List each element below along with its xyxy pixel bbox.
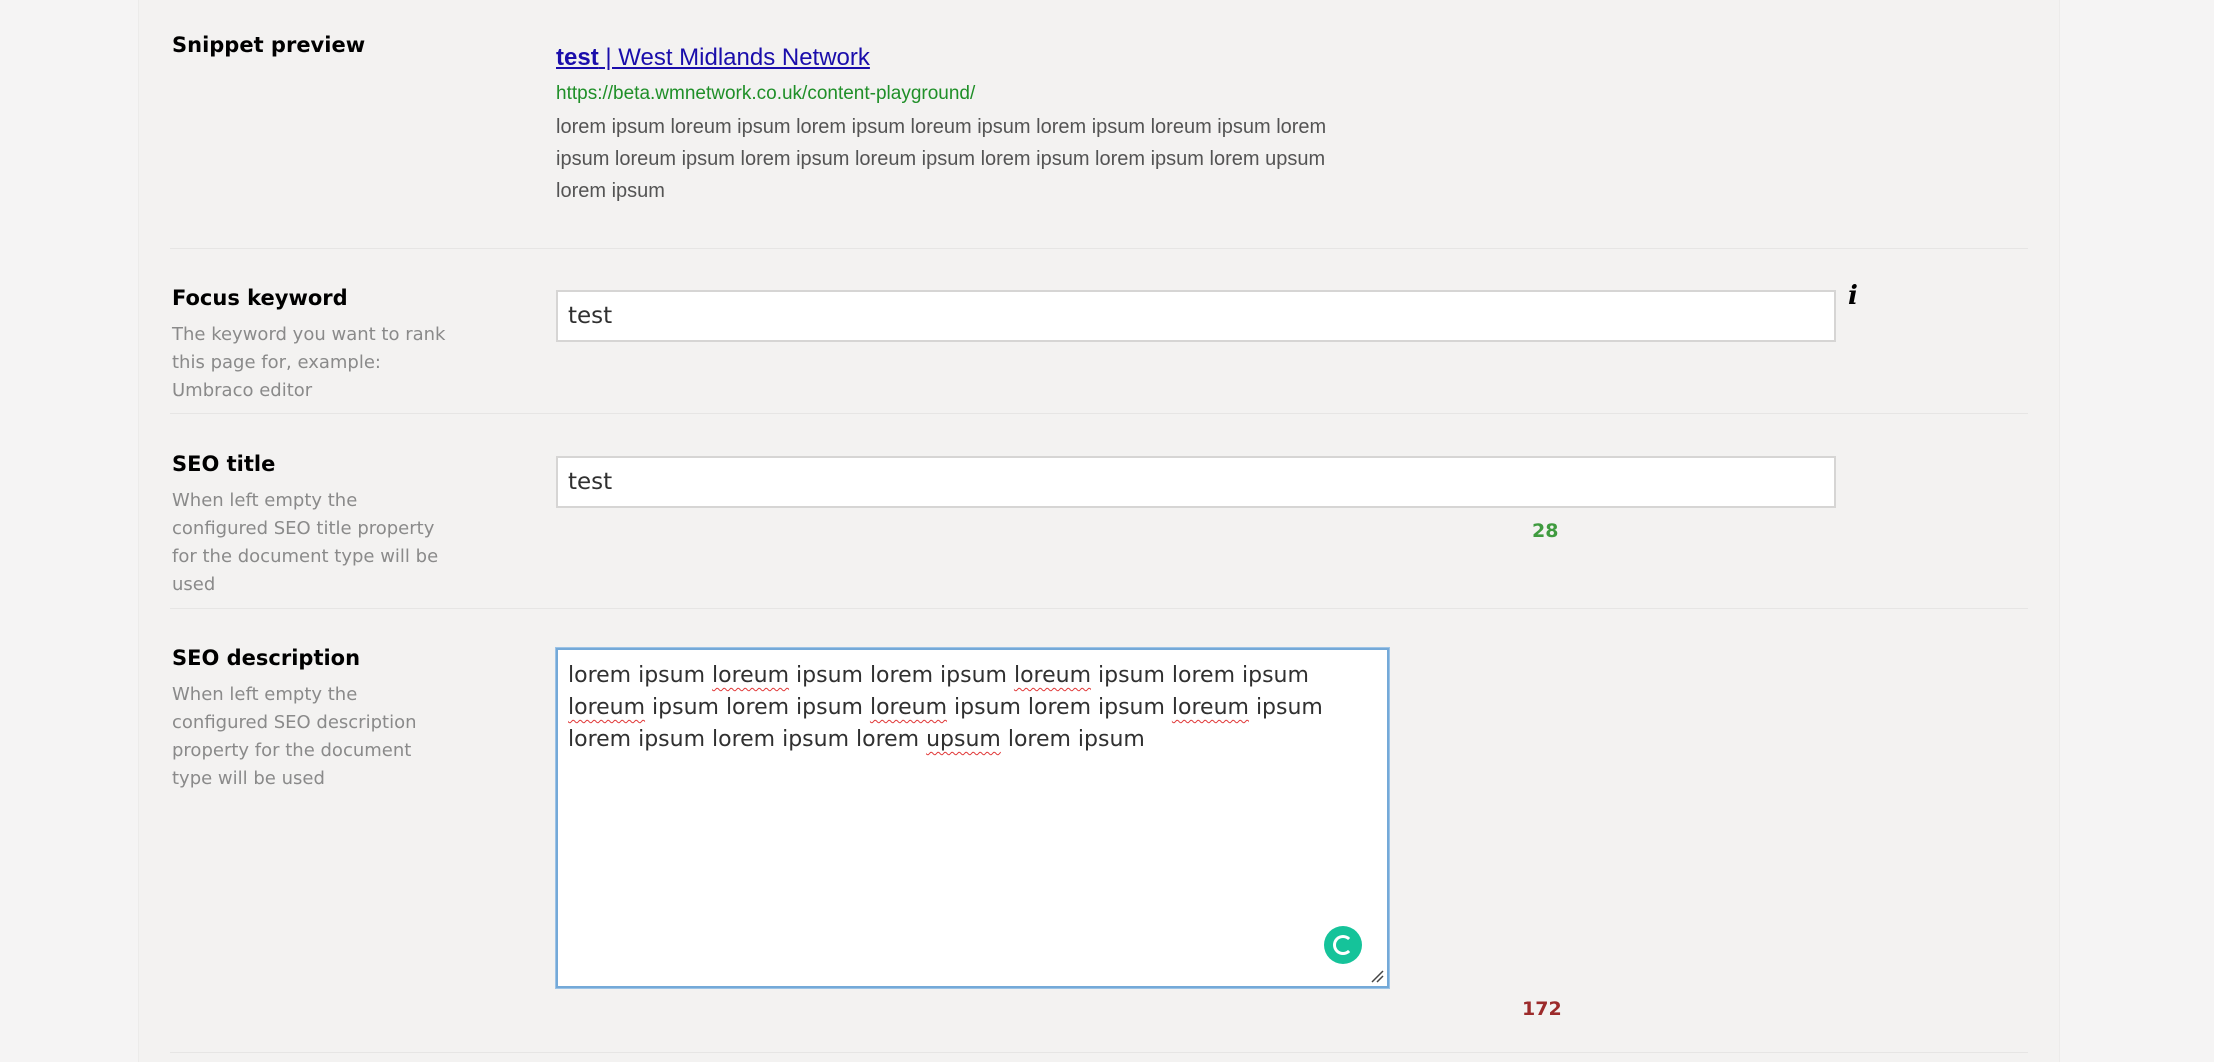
divider (170, 1052, 2028, 1053)
seo-description-label: SEO description (172, 646, 361, 670)
text-run: ipsum lorem ipsum (1091, 663, 1309, 688)
info-icon[interactable]: i (1848, 282, 1864, 310)
text-run: ipsum lorem ipsum (947, 695, 1172, 720)
text-run: ipsum lorem ipsum (789, 663, 1014, 688)
resize-handle-icon[interactable] (1370, 969, 1384, 983)
snippet-url: https://beta.wmnetwork.co.uk/content-pla… (556, 83, 976, 104)
misspelled-word[interactable]: loreum (568, 695, 645, 720)
misspelled-word[interactable]: loreum (870, 695, 947, 720)
snippet-preview-label: Snippet preview (172, 33, 366, 57)
misspelled-word[interactable]: upsum (926, 727, 1001, 752)
snippet-title-link[interactable]: test | West Midlands Network (556, 44, 870, 72)
focus-keyword-label: Focus keyword (172, 286, 348, 310)
seo-description-char-counter: 172 (1522, 998, 1562, 1020)
seo-description-text[interactable]: lorem ipsum loreum ipsum lorem ipsum lor… (568, 660, 1368, 756)
misspelled-word[interactable]: loreum (1172, 695, 1249, 720)
text-run: ipsum lorem ipsum (645, 695, 870, 720)
text-run: lorem ipsum (568, 663, 712, 688)
seo-title-description: When left empty the configured SEO title… (172, 490, 439, 595)
grammarly-icon[interactable] (1324, 926, 1362, 964)
snippet-title-rest: | West Midlands Network (598, 44, 870, 71)
divider (170, 248, 2028, 249)
divider (170, 608, 2028, 609)
text-run: lorem ipsum (1000, 727, 1145, 752)
misspelled-word[interactable]: loreum (1014, 663, 1091, 688)
seo-description-textarea[interactable]: lorem ipsum loreum ipsum lorem ipsum lor… (556, 648, 1389, 988)
snippet-description: lorem ipsum loreum ipsum lorem ipsum lor… (556, 116, 1327, 202)
snippet-title-keyword: test (556, 44, 599, 71)
page: Snippet preview test | West Midlands Net… (0, 0, 2214, 1062)
focus-keyword-input[interactable] (556, 290, 1836, 342)
divider (170, 413, 2028, 414)
seo-description-description: When left empty the configured SEO descr… (172, 684, 417, 789)
seo-title-input[interactable] (556, 456, 1836, 508)
focus-keyword-description: The keyword you want to rank this page f… (172, 324, 446, 401)
seo-title-char-counter: 28 (1532, 520, 1559, 542)
seo-title-label: SEO title (172, 452, 276, 476)
misspelled-word[interactable]: loreum (712, 663, 789, 688)
